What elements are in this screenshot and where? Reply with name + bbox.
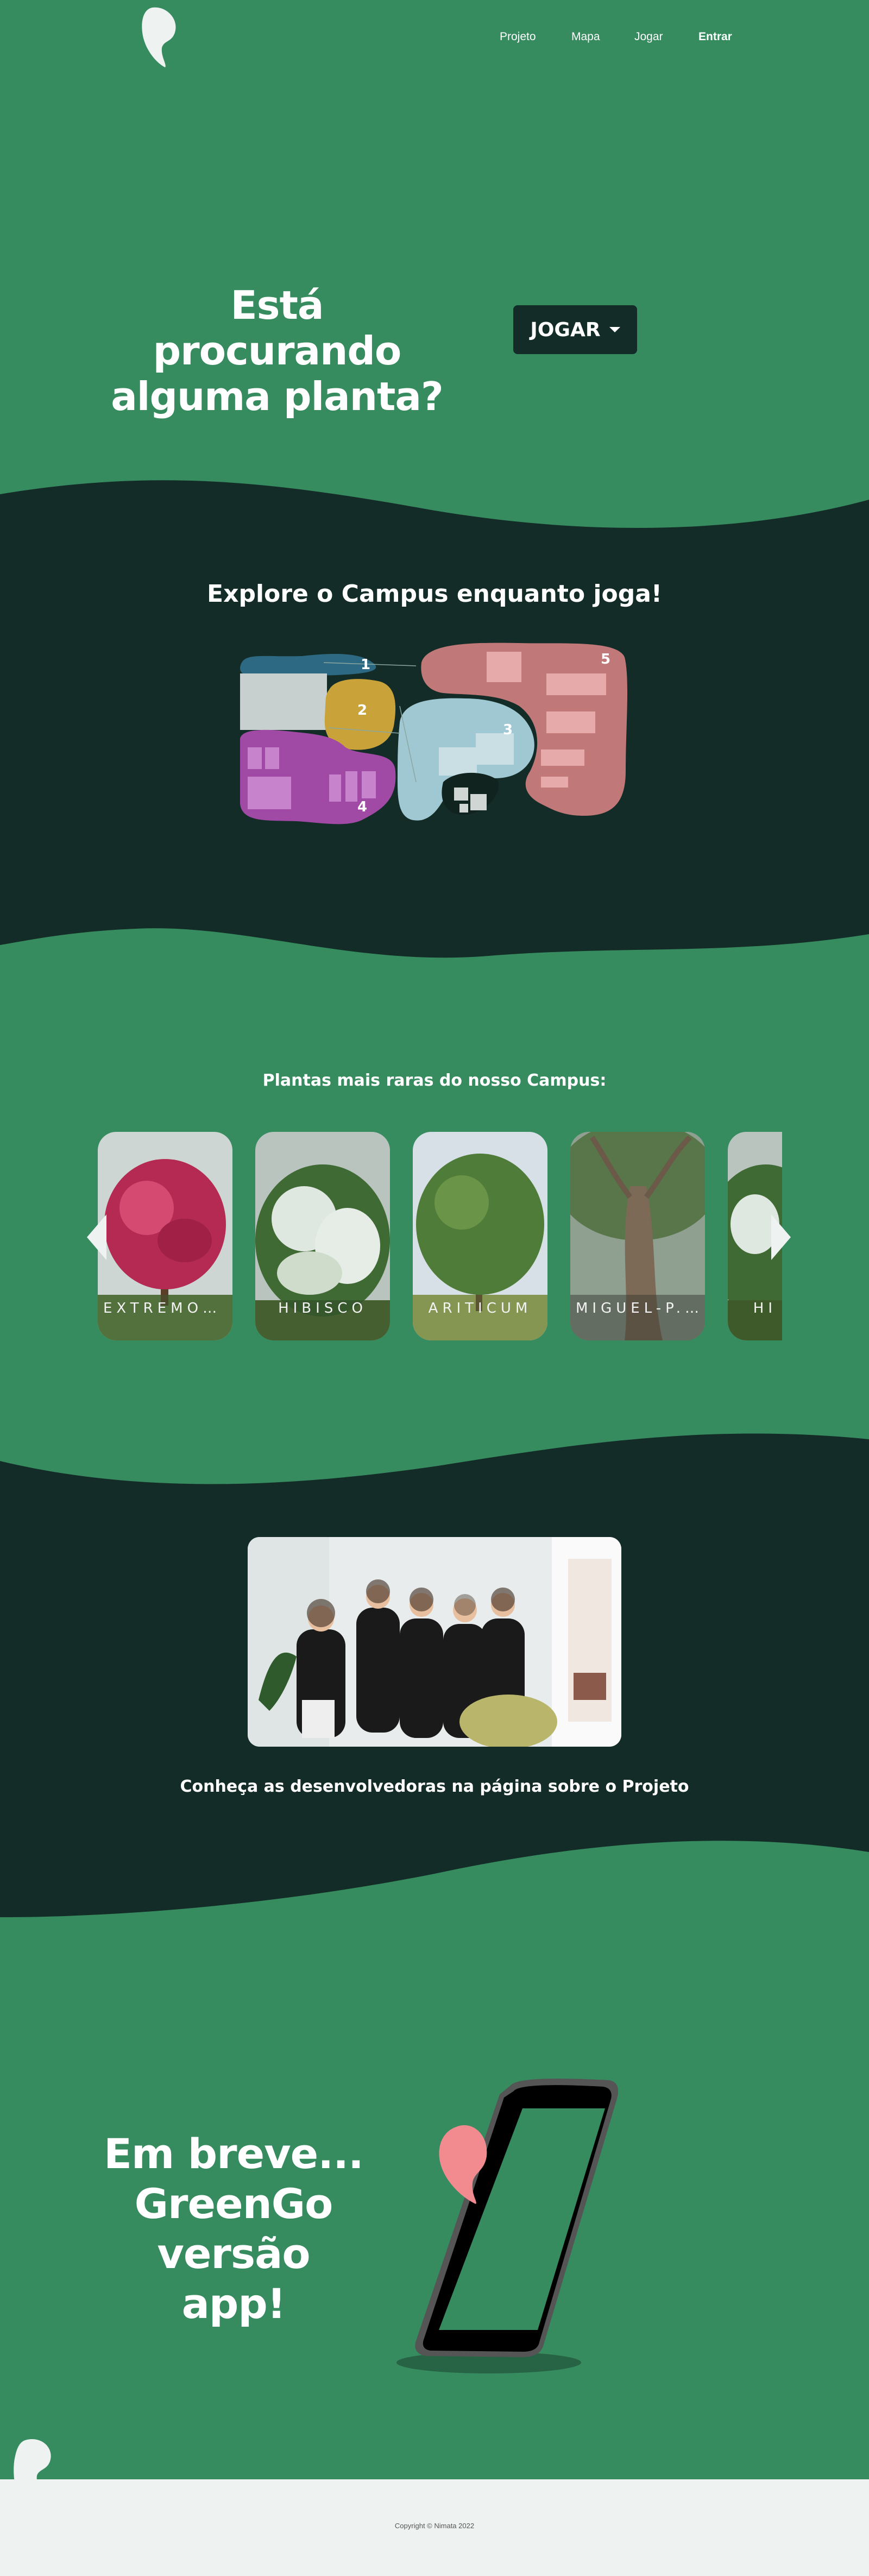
hero-title-line2: alguma planta? <box>111 374 444 419</box>
map-zone-number-4: 4 <box>357 799 367 815</box>
plant-card-label: HIBISCO <box>278 1300 367 1317</box>
copyright-text: Copyright © Nimata 2022 <box>394 2522 475 2530</box>
hero-title-line1: Está procurando <box>153 282 402 374</box>
map-section-title: Explore o Campus enquanto joga! <box>207 580 662 608</box>
map-zone-1[interactable] <box>240 654 376 676</box>
jogar-button-label: JOGAR <box>530 318 601 341</box>
plants-section-title: Plantas mais raras do nosso Campus: <box>262 1071 607 1090</box>
caret-down-icon <box>609 327 620 332</box>
map-zone-number-1: 1 <box>361 657 370 673</box>
nav-link-mapa[interactable]: Mapa <box>571 30 600 43</box>
map-zone-number-5: 5 <box>601 651 610 667</box>
plant-card-articum[interactable]: ARITICUM <box>413 1132 547 1340</box>
plant-card-label: MIGUEL-P... <box>576 1300 703 1317</box>
app-title-line2: GreenGo <box>134 2180 333 2228</box>
map-zone-number-2: 2 <box>357 702 367 719</box>
plant-card-extremosa[interactable]: EXTREMOSA <box>98 1132 232 1340</box>
chevron-left-icon[interactable] <box>85 1212 110 1262</box>
leaf-logo-icon[interactable] <box>137 4 180 70</box>
nav-link-entrar[interactable]: Entrar <box>698 30 732 43</box>
map-zone-number-3: 3 <box>503 722 513 738</box>
plant-card-label: EXTREMOSA <box>103 1300 230 1317</box>
app-title-line3: versão app! <box>157 2229 310 2328</box>
team-caption[interactable]: Conheça as desenvolvedoras na página sob… <box>0 1777 869 1796</box>
campus-map[interactable]: 1 2 3 4 5 <box>237 641 630 829</box>
nav-link-projeto[interactable]: Projeto <box>500 30 536 43</box>
team-photo <box>248 1537 621 1747</box>
nav-link-jogar[interactable]: Jogar <box>634 30 663 43</box>
jogar-dropdown-button[interactable]: JOGAR <box>513 305 637 354</box>
plant-card-label: ARITICUM <box>428 1300 532 1317</box>
plant-card-label: HI <box>753 1300 777 1317</box>
app-title-line1: Em breve... <box>104 2130 364 2178</box>
phone-mockup <box>396 2079 619 2373</box>
plants-carousel: EXTREMOSA HIBISCO ARITICUM MIGUEL-P... H… <box>81 1132 791 1340</box>
footer: Copyright © Nimata 2022 <box>0 2479 869 2576</box>
chevron-right-icon[interactable] <box>768 1212 793 1262</box>
plant-card-hibisco[interactable]: HIBISCO <box>255 1132 390 1340</box>
top-navbar: Projeto Mapa Jogar Entrar <box>0 0 869 76</box>
app-coming-soon-title: Em breve... GreenGo versão app! <box>103 2129 364 2329</box>
plant-card-miguel-pintado[interactable]: MIGUEL-P... <box>570 1132 705 1340</box>
hero-title: Está procurando alguma planta? <box>109 282 445 419</box>
